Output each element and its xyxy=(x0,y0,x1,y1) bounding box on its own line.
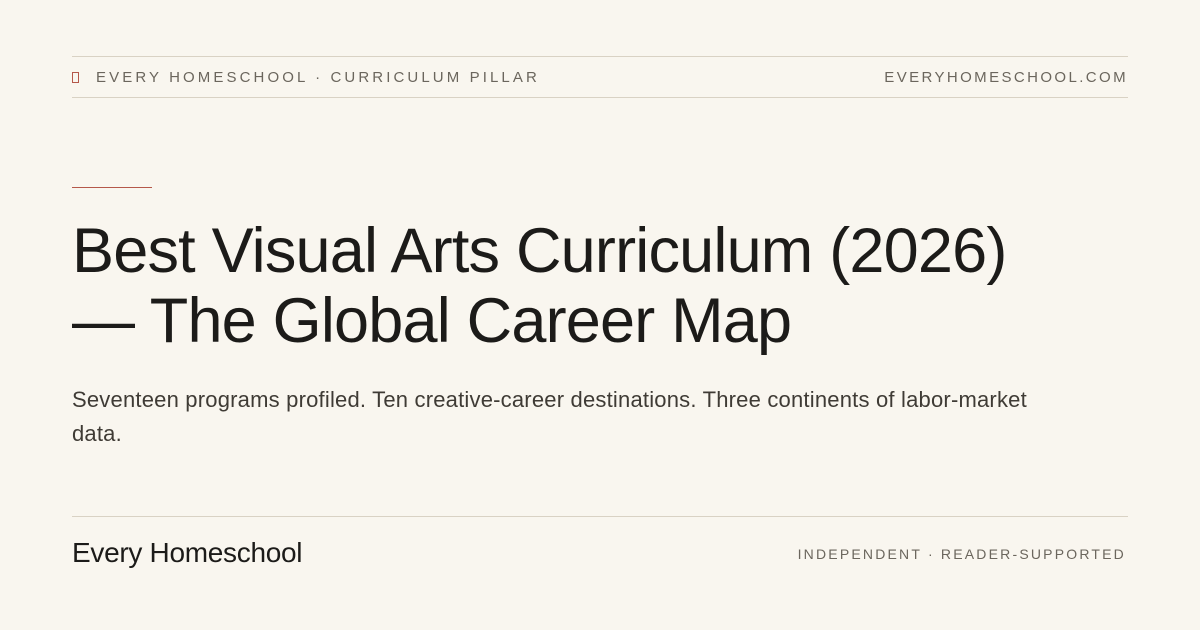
page-title: Best Visual Arts Curriculum (2026) — The… xyxy=(72,216,1128,356)
tagline: INDEPENDENT · READER-SUPPORTED xyxy=(797,546,1126,562)
brand-name: Every Homeschool xyxy=(72,537,303,568)
top-bar: EVERY HOMESCHOOL · CURRICULUM PILLAR EVE… xyxy=(72,56,1128,98)
footer: Every Homeschool INDEPENDENT · READER-SU… xyxy=(72,516,1128,597)
top-bar-left: EVERY HOMESCHOOL · CURRICULUM PILLAR xyxy=(72,57,540,97)
accent-rule xyxy=(72,187,152,188)
site-domain: EVERYHOMESCHOOL.COM xyxy=(884,68,1128,86)
subheadline: Seventeen programs profiled. Ten creativ… xyxy=(72,387,1027,446)
section-kicker: EVERY HOMESCHOOL · CURRICULUM PILLAR xyxy=(96,68,540,86)
bookmark-icon xyxy=(72,71,79,83)
social-card: EVERY HOMESCHOOL · CURRICULUM PILLAR EVE… xyxy=(72,0,1128,630)
page-title-line-1: Best Visual Arts Curriculum (2026) xyxy=(72,216,1007,286)
page-title-line-2: — The Global Career Map xyxy=(72,286,792,356)
